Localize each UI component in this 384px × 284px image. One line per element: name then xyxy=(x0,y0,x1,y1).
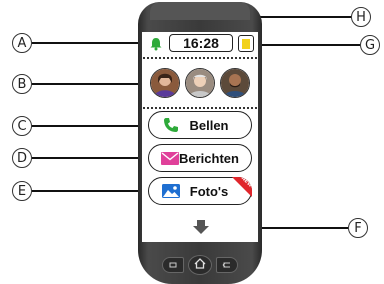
clock-time: 16:28 xyxy=(169,34,233,52)
messages-button[interactable]: Berichten xyxy=(148,144,252,172)
phone-top-bezel xyxy=(150,2,250,20)
menu-key[interactable] xyxy=(216,257,238,273)
home-key[interactable] xyxy=(188,255,212,275)
callout-g: G xyxy=(360,35,380,55)
bell-icon[interactable] xyxy=(147,36,165,52)
callout-d: D xyxy=(12,148,32,168)
down-arrow-icon[interactable] xyxy=(193,220,209,234)
callout-line-a xyxy=(32,42,144,44)
envelope-icon xyxy=(161,150,179,166)
callout-line-e xyxy=(32,190,150,192)
phone-diagram: 16:28 Bellen Berichten Foto's NEW A B C … xyxy=(0,0,384,284)
callout-line-g xyxy=(256,44,360,46)
callout-f: F xyxy=(348,218,368,238)
callout-b: B xyxy=(12,74,32,94)
call-button[interactable]: Bellen xyxy=(148,111,252,139)
back-key[interactable] xyxy=(162,257,184,273)
contact-avatar-3[interactable] xyxy=(220,68,250,98)
contact-avatar-2[interactable] xyxy=(185,68,215,98)
battery-icon xyxy=(238,35,254,52)
contact-avatar-1[interactable] xyxy=(150,68,180,98)
messages-label: Berichten xyxy=(179,150,239,166)
callout-line-c xyxy=(32,125,150,127)
back-icon xyxy=(168,256,178,274)
call-label: Bellen xyxy=(189,117,229,133)
callout-line-b xyxy=(32,83,144,85)
new-badge: NEW xyxy=(232,177,252,197)
phone-icon xyxy=(161,117,181,133)
menu-icon xyxy=(222,256,232,274)
callout-a: A xyxy=(12,33,32,53)
callout-c: C xyxy=(12,116,32,136)
photo-icon xyxy=(161,183,181,199)
callout-e: E xyxy=(12,181,32,201)
callout-h: H xyxy=(351,7,371,27)
callout-line-d xyxy=(32,157,150,159)
home-icon xyxy=(194,256,206,274)
